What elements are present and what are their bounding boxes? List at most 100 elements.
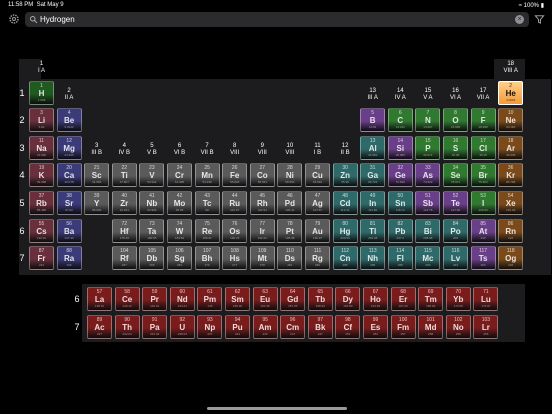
element-ta[interactable]: 73 Ta 180.95 — [139, 219, 165, 243]
element-na[interactable]: 11 Na 22.990 — [29, 136, 54, 160]
element-co[interactable]: 27 Co 58.933 — [249, 163, 275, 187]
element-ni[interactable]: 28 Ni 58.693 — [277, 163, 303, 187]
element-bk[interactable]: 97 Bk 247 — [307, 315, 333, 339]
element-al[interactable]: 13 Al 26.982 — [360, 136, 386, 160]
element-th[interactable]: 90 Th 232.04 — [114, 315, 140, 339]
element-kr[interactable]: 36 Kr 83.798 — [498, 163, 524, 187]
element-f[interactable]: 9 F 18.998 — [470, 108, 496, 132]
element-mg[interactable]: 12 Mg 24.305 — [56, 136, 82, 160]
element-ge[interactable]: 32 Ge 72.630 — [387, 163, 413, 187]
element-v[interactable]: 23 V 50.942 — [139, 163, 165, 187]
element-xe[interactable]: 54 Xe 131.29 — [498, 191, 524, 215]
element-pt[interactable]: 78 Pt 195.08 — [277, 219, 303, 243]
clear-icon[interactable]: × — [515, 15, 524, 24]
element-no[interactable]: 102 No 259 — [445, 315, 471, 339]
element-sc[interactable]: 21 Sc 44.956 — [84, 163, 110, 187]
element-se[interactable]: 34 Se 78.971 — [443, 163, 468, 187]
element-mc[interactable]: 115 Mc 290 — [415, 246, 441, 270]
element-pu[interactable]: 94 Pu 244 — [225, 315, 250, 339]
element-p[interactable]: 15 P 30.974 — [415, 136, 441, 160]
element-cu[interactable]: 29 Cu 63.546 — [305, 163, 330, 187]
element-ca[interactable]: 20 Ca 40.078 — [56, 163, 82, 187]
element-ar[interactable]: 18 Ar 39.948 — [498, 136, 524, 160]
element-fr[interactable]: 87 Fr 223 — [29, 246, 54, 270]
element-sr[interactable]: 38 Sr 87.62 — [56, 191, 82, 215]
element-he[interactable]: 2 He 4.0026 — [498, 81, 524, 105]
element-cm[interactable]: 96 Cm 247 — [280, 315, 306, 339]
element-c[interactable]: 6 C 12.011 — [387, 108, 413, 132]
element-u[interactable]: 92 U 238.03 — [169, 315, 195, 339]
element-dy[interactable]: 66 Dy 162.50 — [335, 287, 361, 311]
element-zn[interactable]: 30 Zn 65.38 — [332, 163, 358, 187]
element-hs[interactable]: 108 Hs 277 — [222, 246, 248, 270]
element-in[interactable]: 49 In 114.82 — [360, 191, 386, 215]
element-sb[interactable]: 51 Sb 121.76 — [415, 191, 441, 215]
gear-icon[interactable] — [8, 13, 20, 25]
element-mn[interactable]: 25 Mn 54.938 — [194, 163, 220, 187]
element-rn[interactable]: 86 Rn 222 — [498, 219, 524, 243]
element-ga[interactable]: 31 Ga 69.723 — [360, 163, 386, 187]
element-sn[interactable]: 50 Sn 118.71 — [387, 191, 413, 215]
element-pr[interactable]: 59 Pr 140.91 — [142, 287, 168, 311]
element-pm[interactable]: 61 Pm 145 — [197, 287, 223, 311]
element-be[interactable]: 4 Be 9.0122 — [56, 108, 82, 132]
element-ba[interactable]: 56 Ba 137.33 — [56, 219, 82, 243]
element-fl[interactable]: 114 Fl 289 — [387, 246, 413, 270]
element-hf[interactable]: 72 Hf 178.49 — [111, 219, 137, 243]
element-w[interactable]: 74 W 183.84 — [167, 219, 192, 243]
element-cl[interactable]: 17 Cl 35.45 — [470, 136, 496, 160]
element-cd[interactable]: 48 Cd 112.41 — [332, 191, 358, 215]
element-pb[interactable]: 82 Pb 207.2 — [387, 219, 413, 243]
element-nd[interactable]: 60 Nd 144.24 — [169, 287, 195, 311]
element-og[interactable]: 118 Og 294 — [498, 246, 524, 270]
element-at[interactable]: 85 At 210 — [470, 219, 496, 243]
element-zr[interactable]: 40 Zr 91.224 — [111, 191, 137, 215]
element-br[interactable]: 35 Br 79.904 — [470, 163, 496, 187]
search-input[interactable]: Hydrogen — [40, 15, 75, 24]
element-nb[interactable]: 41 Nb 92.906 — [139, 191, 165, 215]
element-ho[interactable]: 67 Ho 164.93 — [363, 287, 388, 311]
element-s[interactable]: 16 S 32.06 — [443, 136, 468, 160]
element-fe[interactable]: 26 Fe 55.845 — [222, 163, 248, 187]
element-ag[interactable]: 47 Ag 107.87 — [305, 191, 330, 215]
element-er[interactable]: 68 Er 167.26 — [390, 287, 416, 311]
filter-icon[interactable] — [534, 14, 545, 25]
element-ne[interactable]: 10 Ne 20.180 — [498, 108, 524, 132]
element-mo[interactable]: 42 Mo 95.95 — [167, 191, 192, 215]
element-md[interactable]: 101 Md 258 — [418, 315, 444, 339]
element-ce[interactable]: 58 Ce 140.12 — [114, 287, 140, 311]
element-rf[interactable]: 104 Rf 267 — [111, 246, 137, 270]
element-as[interactable]: 33 As 74.922 — [415, 163, 441, 187]
element-cr[interactable]: 24 Cr 51.996 — [167, 163, 192, 187]
element-sg[interactable]: 106 Sg 269 — [167, 246, 192, 270]
element-k[interactable]: 19 K 39.098 — [29, 163, 54, 187]
element-tl[interactable]: 81 Tl 204.38 — [360, 219, 386, 243]
element-fm[interactable]: 100 Fm 257 — [390, 315, 416, 339]
element-y[interactable]: 39 Y 88.906 — [84, 191, 110, 215]
element-li[interactable]: 3 Li 6.94 — [29, 108, 54, 132]
element-ir[interactable]: 77 Ir 192.22 — [249, 219, 275, 243]
element-au[interactable]: 79 Au 196.97 — [305, 219, 330, 243]
element-po[interactable]: 84 Po 209 — [443, 219, 468, 243]
element-cs[interactable]: 55 Cs 132.91 — [29, 219, 54, 243]
element-os[interactable]: 76 Os 190.23 — [222, 219, 248, 243]
element-si[interactable]: 14 Si 28.085 — [387, 136, 413, 160]
element-gd[interactable]: 64 Gd 157.25 — [280, 287, 306, 311]
element-la[interactable]: 57 La 138.91 — [87, 287, 112, 311]
element-ts[interactable]: 117 Ts 294 — [470, 246, 496, 270]
element-hg[interactable]: 80 Hg 200.59 — [332, 219, 358, 243]
element-ti[interactable]: 22 Ti 47.867 — [111, 163, 137, 187]
element-b[interactable]: 5 B 10.81 — [360, 108, 386, 132]
element-nh[interactable]: 113 Nh 286 — [360, 246, 386, 270]
element-i[interactable]: 53 I 126.90 — [470, 191, 496, 215]
element-tb[interactable]: 65 Tb 158.93 — [307, 287, 333, 311]
element-db[interactable]: 105 Db 268 — [139, 246, 165, 270]
element-rh[interactable]: 45 Rh 102.91 — [249, 191, 275, 215]
element-tc[interactable]: 43 Tc 98 — [194, 191, 220, 215]
element-o[interactable]: 8 O 15.999 — [443, 108, 468, 132]
element-pd[interactable]: 46 Pd 106.42 — [277, 191, 303, 215]
element-cf[interactable]: 98 Cf 251 — [335, 315, 361, 339]
element-mt[interactable]: 109 Mt 278 — [249, 246, 275, 270]
home-indicator[interactable] — [207, 407, 347, 410]
element-n[interactable]: 7 N 14.007 — [415, 108, 441, 132]
